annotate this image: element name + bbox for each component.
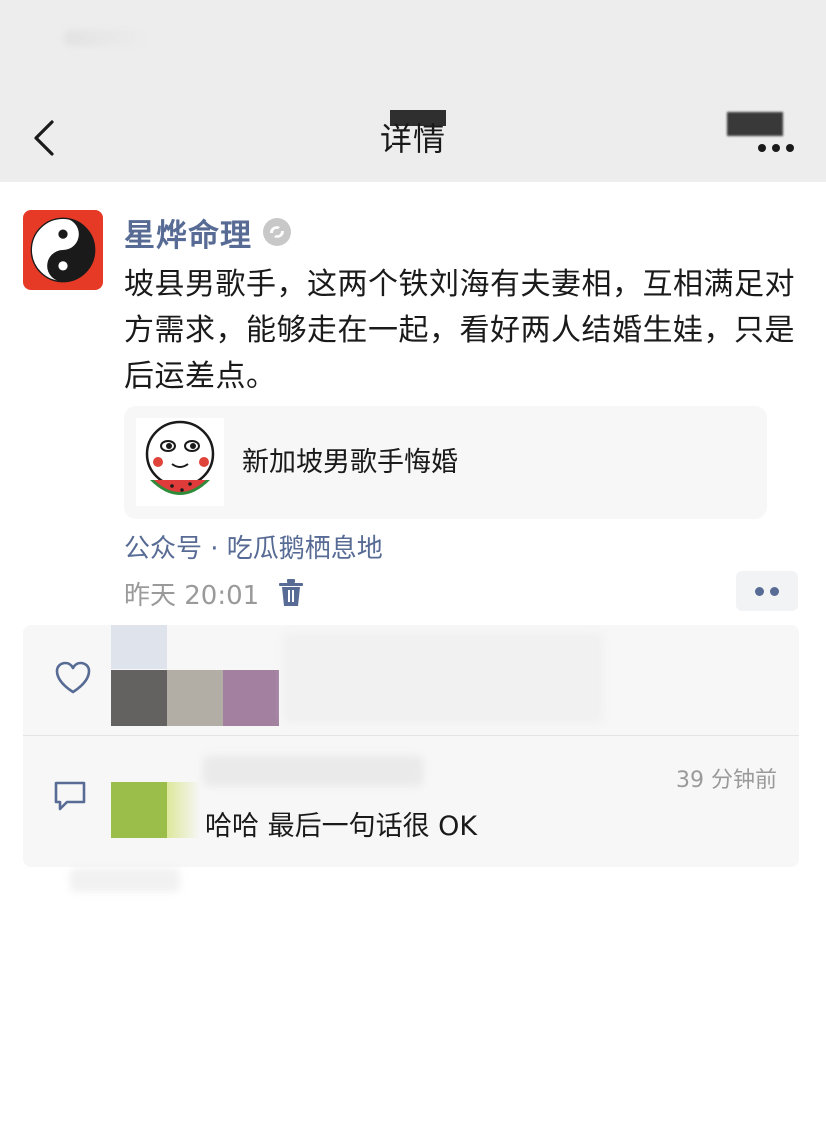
author-row: 星烨命理 [124, 210, 292, 255]
author-avatar[interactable] [23, 210, 103, 290]
post-meta-row: 昨天 20:01 [124, 573, 305, 613]
more-dots-icon [758, 144, 794, 152]
likes-row [23, 625, 799, 735]
commenter-avatar-blur [167, 782, 199, 838]
commenter-avatar[interactable] [111, 782, 167, 838]
comment-item[interactable]: 39 分钟前 哈哈 最后一句话很 OK [23, 736, 799, 867]
like-avatar[interactable] [167, 670, 223, 726]
heart-icon [55, 661, 91, 694]
redaction-mark [390, 110, 446, 126]
navigation-bar: 详情 [0, 0, 826, 182]
status-bar-blur [64, 30, 144, 46]
comment-text: 哈哈 最后一句话很 OK [205, 811, 478, 842]
verified-badge-icon [262, 217, 292, 247]
blurred-area [283, 633, 603, 723]
two-dots-icon [755, 586, 764, 596]
post-text: 坡县男歌手，这两个铁刘海有夫妻相，互相满足对方需求，能够走在一起，看好两人结婚生… [124, 267, 795, 394]
post-time: 昨天 20:01 [124, 580, 260, 611]
like-avatar[interactable] [111, 625, 167, 669]
shared-article-title: 新加坡男歌手悔婚 [242, 447, 458, 478]
comment-time: 39 分钟前 [676, 768, 777, 793]
more-button[interactable] [718, 108, 798, 158]
comment-like-action-button[interactable] [736, 571, 798, 611]
comment-icon [54, 781, 86, 811]
source-account-link[interactable]: 公众号 · 吃瓜鹅栖息地 [124, 528, 383, 565]
like-avatar[interactable] [111, 670, 167, 726]
shared-article-card[interactable]: 新加坡男歌手悔婚 [124, 406, 767, 519]
interaction-panel: 39 分钟前 哈哈 最后一句话很 OK [23, 625, 799, 867]
watermelon-face-icon [136, 418, 224, 506]
yin-yang-icon [30, 217, 96, 283]
two-dots-icon [770, 586, 779, 596]
blurred-area [203, 756, 423, 786]
blurred-area [70, 868, 180, 892]
like-avatar[interactable] [223, 670, 279, 726]
author-name[interactable]: 星烨命理 [124, 210, 252, 255]
trash-icon[interactable] [277, 578, 305, 608]
